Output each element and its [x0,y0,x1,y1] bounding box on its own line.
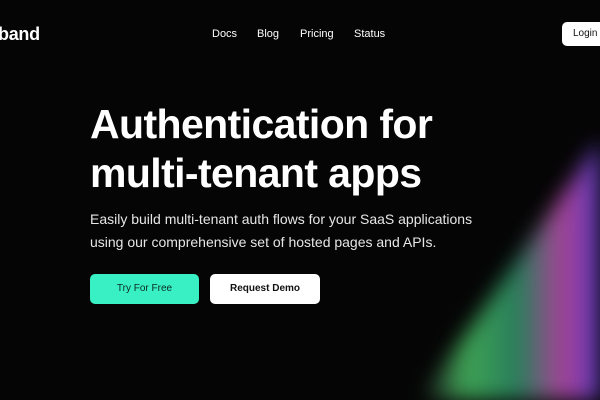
login-button[interactable]: Login [562,22,600,46]
hero-subtitle-line: Easily build multi-tenant auth flows for… [90,211,473,227]
hero-title-line: Authentication for [90,101,433,147]
gradient-glow-decoration [420,140,600,400]
hero-subtitle-line: using our comprehensive set of hosted pa… [90,234,437,250]
top-nav: Docs Blog Pricing Status [0,26,600,42]
hero-title-line: multi-tenant apps [90,150,422,196]
nav-link-pricing[interactable]: Pricing [300,26,334,42]
hero-title: Authentication for multi-tenant apps [90,100,550,198]
nav-link-blog[interactable]: Blog [257,26,279,42]
try-for-free-button[interactable]: Try For Free [90,274,199,304]
request-demo-button[interactable]: Request Demo [210,274,320,304]
nav-link-docs[interactable]: Docs [212,26,237,42]
hero-subtitle: Easily build multi-tenant auth flows for… [90,208,550,254]
nav-link-status[interactable]: Status [354,26,385,42]
